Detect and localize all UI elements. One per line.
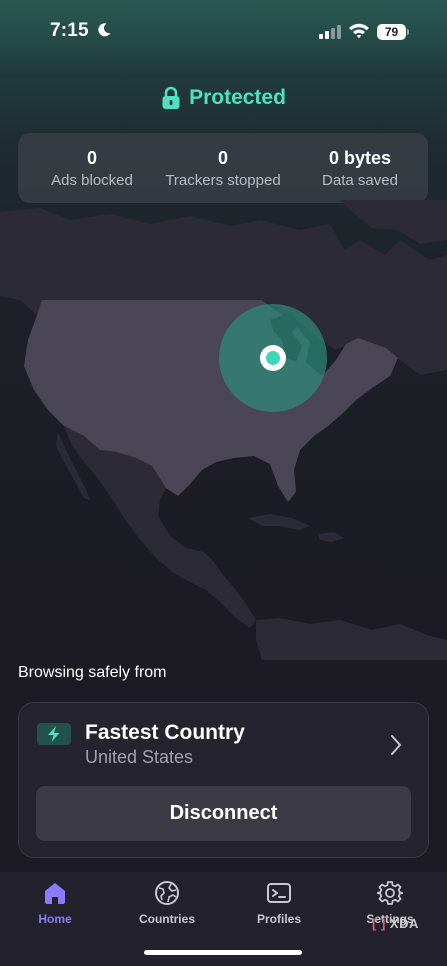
location-marker-dot [266, 351, 280, 365]
wifi-icon [349, 23, 369, 39]
cellular-signal-icon [319, 25, 341, 39]
bolt-icon [48, 726, 60, 742]
status-time: 7:15 [50, 20, 89, 41]
watermark-text: XDA [389, 916, 419, 931]
battery-tip [407, 29, 409, 35]
terminal-icon [267, 883, 291, 903]
stat-label: Trackers stopped [165, 172, 281, 189]
tab-label: Profiles [256, 912, 301, 926]
lock-icon [162, 86, 180, 109]
vpn-home-screen: 7:15 79 Protected 0 Ads blocked 0 Tracke… [0, 0, 447, 966]
stats-card: 0 Ads blocked 0 Trackers stopped 0 bytes… [18, 133, 428, 203]
stat-label: Ads blocked [51, 172, 133, 189]
tab-profiles[interactable]: Profiles [234, 880, 324, 926]
tab-label: Home [38, 912, 72, 926]
browsing-safely-label: Browsing safely from [18, 664, 167, 681]
chevron-right-icon[interactable] [389, 733, 403, 757]
globe-icon [155, 881, 179, 905]
map-south-america [256, 618, 447, 660]
stat-label: Data saved [322, 172, 398, 189]
world-map[interactable] [0, 200, 447, 660]
server-card[interactable]: Fastest Country United States Disconnect [18, 702, 429, 858]
stat-value: 0 [217, 148, 228, 168]
battery-indicator: 79 [377, 24, 406, 40]
stat-data-saved: 0 bytes Data saved [304, 147, 416, 191]
map-cuba [248, 514, 310, 530]
protection-status-label: Protected [189, 86, 286, 109]
stat-value: 0 bytes [328, 148, 392, 168]
watermark-bracket: [ ] [372, 916, 386, 931]
tab-countries[interactable]: Countries [122, 880, 212, 926]
stat-ads-blocked: 0 Ads blocked [36, 147, 148, 191]
protection-status: Protected [0, 86, 447, 115]
map-hispaniola [318, 532, 344, 542]
tab-label: Countries [138, 912, 195, 926]
server-country: United States [85, 747, 194, 767]
battery-level: 79 [384, 25, 399, 39]
tab-home[interactable]: Home [10, 880, 100, 926]
disconnect-button[interactable]: Disconnect [36, 786, 411, 841]
xda-watermark: [ ] XDA [372, 916, 419, 931]
status-bar: 7:15 79 [0, 0, 447, 62]
fastest-badge [37, 723, 71, 745]
stat-trackers-stopped: 0 Trackers stopped [158, 147, 288, 191]
home-icon [45, 883, 65, 904]
gear-icon [377, 881, 403, 905]
map-greenland [340, 200, 447, 244]
home-indicator[interactable] [144, 950, 302, 955]
stat-value: 0 [86, 148, 97, 168]
moon-icon [98, 23, 111, 37]
server-title: Fastest Country [85, 721, 245, 744]
